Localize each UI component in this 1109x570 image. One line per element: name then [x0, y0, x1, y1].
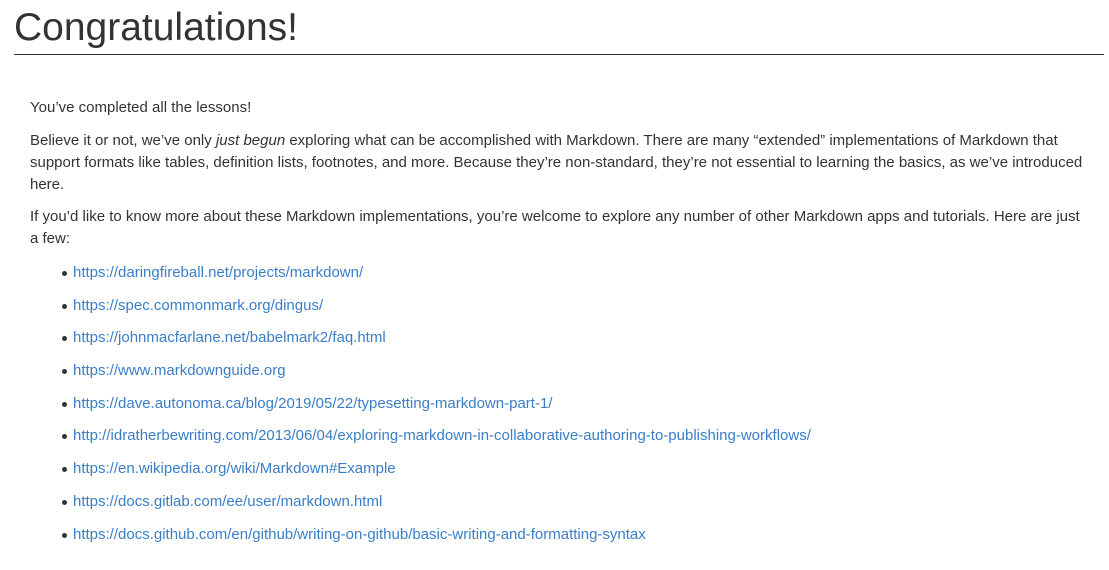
resource-link[interactable]: https://www.markdownguide.org: [73, 360, 286, 382]
bullet-icon: [62, 499, 67, 505]
bullet-icon: [62, 336, 67, 342]
intro-paragraph: You’ve completed all the lessons!: [30, 99, 252, 116]
resource-link[interactable]: https://daringfireball.net/projects/mark…: [73, 262, 363, 284]
bullet-icon: [62, 369, 67, 375]
title-divider: [14, 54, 1104, 55]
extended-implementations-paragraph: Believe it or not, we’ve only just begun…: [30, 130, 1090, 196]
resource-link[interactable]: https://en.wikipedia.org/wiki/Markdown#E…: [73, 458, 396, 480]
resource-link[interactable]: http://idratherbewriting.com/2013/06/04/…: [73, 425, 811, 447]
bullet-icon: [62, 532, 67, 538]
resource-link[interactable]: https://johnmacfarlane.net/babelmark2/fa…: [73, 327, 386, 349]
bullet-icon: [62, 271, 67, 276]
resource-link[interactable]: https://docs.github.com/en/github/writin…: [73, 524, 646, 546]
resource-link[interactable]: https://spec.commonmark.org/dingus/: [73, 295, 323, 317]
resource-link[interactable]: https://docs.gitlab.com/ee/user/markdown…: [73, 491, 382, 513]
paragraph-text-start: Believe it or not, we’ve only: [30, 132, 216, 149]
resource-link[interactable]: https://dave.autonoma.ca/blog/2019/05/22…: [73, 393, 552, 415]
bullet-icon: [62, 434, 67, 440]
bullet-icon: [62, 467, 67, 473]
lesson-content: You’ve completed all the lessons! Believ…: [30, 97, 1090, 260]
emphasis-just-begun: just begun: [215, 132, 286, 149]
bullet-icon: [62, 303, 67, 309]
lesson-page: Congratulations! You’ve completed all th…: [0, 0, 1109, 570]
bullet-icon: [62, 401, 67, 407]
page-title: Congratulations!: [14, 6, 299, 49]
more-resources-paragraph: If you’d like to know more about these M…: [30, 208, 1080, 247]
